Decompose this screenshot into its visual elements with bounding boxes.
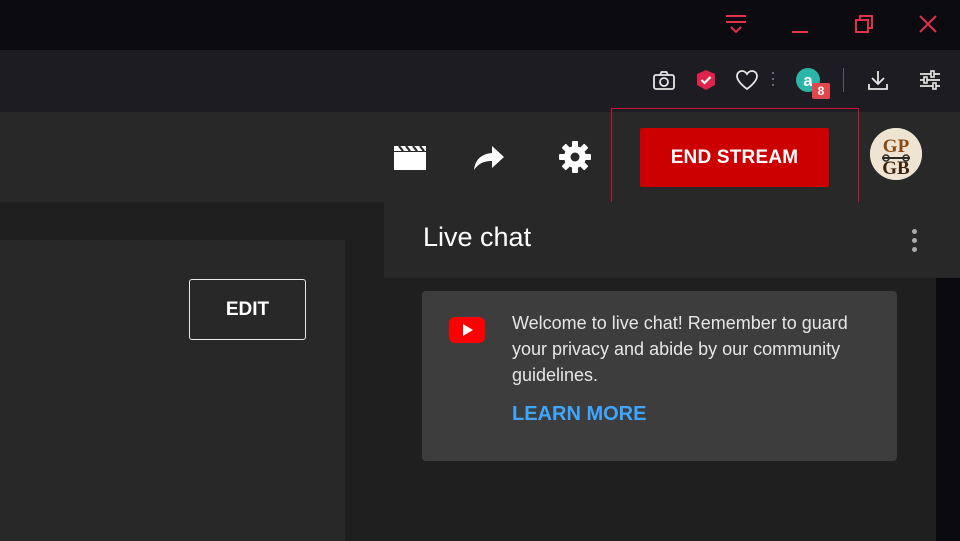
minimize-icon [792,31,808,33]
live-chat-scrollbar[interactable] [936,278,960,541]
downloads-button[interactable] [864,66,892,94]
toolbar-divider [843,68,844,92]
shield-icon [697,70,715,90]
gear-icon [559,141,591,173]
close-icon [919,15,937,33]
tab-menu-icon[interactable] [720,10,752,38]
share-arrow-icon [474,146,504,170]
adblock-shield-button[interactable] [692,66,720,94]
avatar-image: GP GB [870,128,922,180]
heart-icon [736,70,758,91]
settings-button[interactable] [555,137,595,177]
screen: a 8 END STREAM GP GB EDIT Live chat Welc… [0,0,960,541]
close-button[interactable] [912,10,944,38]
edit-button[interactable]: EDIT [189,279,306,340]
clapperboard-icon [394,145,426,170]
restore-icon [855,15,873,33]
end-stream-button[interactable]: END STREAM [640,128,829,187]
browser-titlebar [0,0,960,50]
minimize-button[interactable] [784,10,816,38]
live-chat-title: Live chat [423,222,532,252]
tab-menu-icon-glyph [726,15,746,34]
toolbar-separator-dots [772,72,775,88]
avatar-initials-top: GP [883,136,910,157]
easy-setup-button[interactable] [916,66,944,94]
download-icon [868,71,888,90]
snapshot-button[interactable] [650,66,678,94]
welcome-message: Welcome to live chat! Remember to guard … [512,313,848,385]
live-chat-more-icon[interactable] [902,222,926,258]
share-button[interactable] [469,137,509,177]
youtube-logo-icon [449,317,485,343]
camera-icon [653,71,675,90]
my-flow-button[interactable] [733,66,761,94]
restore-button[interactable] [848,10,880,38]
sliders-icon [920,70,940,90]
account-avatar[interactable]: GP GB [870,128,922,180]
learn-more-link[interactable]: LEARN MORE [512,403,646,426]
clips-button[interactable] [390,137,430,177]
extension-badge: 8 [812,83,830,99]
